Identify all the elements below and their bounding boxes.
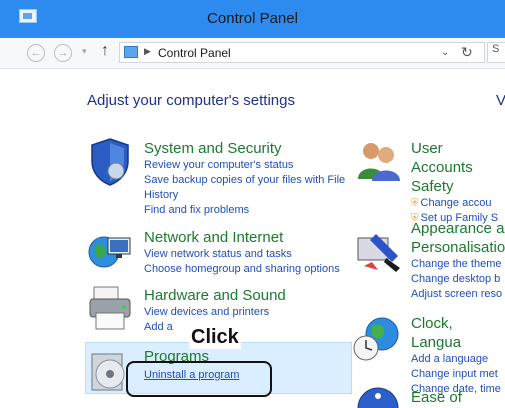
user-accounts-title[interactable]: User Accounts — [411, 139, 505, 177]
add-language-link[interactable]: Add a language — [411, 352, 505, 367]
view-devices-printers-link[interactable]: View devices and printers — [144, 305, 286, 320]
programs-disc-icon[interactable] — [88, 350, 130, 394]
recent-locations-chevron-icon[interactable]: ▾ — [82, 46, 87, 57]
back-arrow-icon[interactable]: ← — [27, 44, 45, 62]
save-backup-link-cont[interactable]: History — [144, 188, 345, 203]
user-accounts-title-cont[interactable]: Safety — [411, 177, 505, 196]
clock-language-title[interactable]: Clock, Langua — [411, 314, 505, 352]
printer-icon[interactable] — [86, 283, 134, 333]
address-dropdown-icon[interactable]: ⌄ — [441, 47, 449, 58]
title-bar: Control Panel — [0, 0, 505, 38]
system-security-category: System and Security Review your computer… — [144, 139, 345, 218]
control-panel-window: Control Panel ← → ▾ ↑ ▶ Control Panel ⌄ … — [0, 0, 505, 408]
address-bar: ← → ▾ ↑ ▶ Control Panel ⌄ ↻ S — [0, 38, 505, 69]
ease-of-access-category: Ease of Access — [411, 388, 505, 408]
breadcrumb-chevron-icon[interactable]: ▶ — [144, 46, 151, 57]
clock-language-category: Clock, Langua Add a language Change inpu… — [411, 314, 505, 397]
appearance-category: Appearance a Personalisatio Change the t… — [411, 219, 505, 302]
page-heading: Adjust your computer's settings — [87, 92, 295, 109]
hardware-sound-title[interactable]: Hardware and Sound — [144, 286, 286, 305]
click-callout-label: Click — [189, 326, 241, 349]
network-internet-category: Network and Internet View network status… — [144, 228, 340, 277]
search-field-text: S — [492, 43, 500, 55]
view-network-status-link[interactable]: View network status and tasks — [144, 247, 340, 262]
forward-arrow-icon[interactable]: → — [54, 44, 72, 62]
homegroup-sharing-link[interactable]: Choose homegroup and sharing options — [144, 262, 340, 277]
save-backup-link[interactable]: Save backup copies of your files with Fi… — [144, 173, 345, 188]
ease-of-access-icon[interactable] — [356, 386, 400, 408]
window-title: Control Panel — [207, 10, 298, 27]
up-arrow-icon[interactable]: ↑ — [101, 42, 109, 60]
network-internet-title[interactable]: Network and Internet — [144, 228, 340, 247]
find-fix-problems-link[interactable]: Find and fix problems — [144, 203, 345, 218]
change-account-link-text: Change accou — [420, 197, 492, 209]
system-security-title[interactable]: System and Security — [144, 139, 345, 158]
change-desktop-background-link[interactable]: Change desktop b — [411, 272, 505, 287]
appearance-icon[interactable] — [356, 228, 402, 272]
review-status-link[interactable]: Review your computer's status — [144, 158, 345, 173]
change-theme-link[interactable]: Change the theme — [411, 257, 505, 272]
appearance-title[interactable]: Appearance a — [411, 219, 505, 238]
view-by-label[interactable]: V — [496, 92, 505, 109]
clock-language-icon[interactable] — [352, 314, 400, 362]
user-accounts-icon[interactable] — [356, 139, 402, 183]
adjust-screen-resolution-link[interactable]: Adjust screen reso — [411, 287, 505, 302]
click-callout-box — [126, 361, 272, 397]
refresh-icon[interactable]: ↻ — [461, 44, 473, 61]
ease-of-access-title[interactable]: Ease of Access — [411, 388, 505, 408]
network-globe-icon[interactable] — [86, 230, 134, 272]
appearance-title-cont[interactable]: Personalisatio — [411, 238, 505, 257]
user-accounts-category: User Accounts Safety ⛨ Change accou ⛨ Set … — [411, 139, 505, 226]
system-security-shield-icon[interactable] — [88, 137, 132, 187]
uac-shield-icon: ⛨ — [411, 198, 419, 209]
change-input-methods-link[interactable]: Change input met — [411, 367, 505, 382]
breadcrumb-control-panel[interactable]: Control Panel — [158, 46, 231, 60]
control-panel-icon — [124, 46, 138, 58]
search-field[interactable]: S — [487, 42, 505, 63]
address-field[interactable]: ▶ Control Panel ⌄ ↻ — [119, 42, 485, 63]
change-account-link[interactable]: ⛨ Change accou — [411, 196, 505, 211]
